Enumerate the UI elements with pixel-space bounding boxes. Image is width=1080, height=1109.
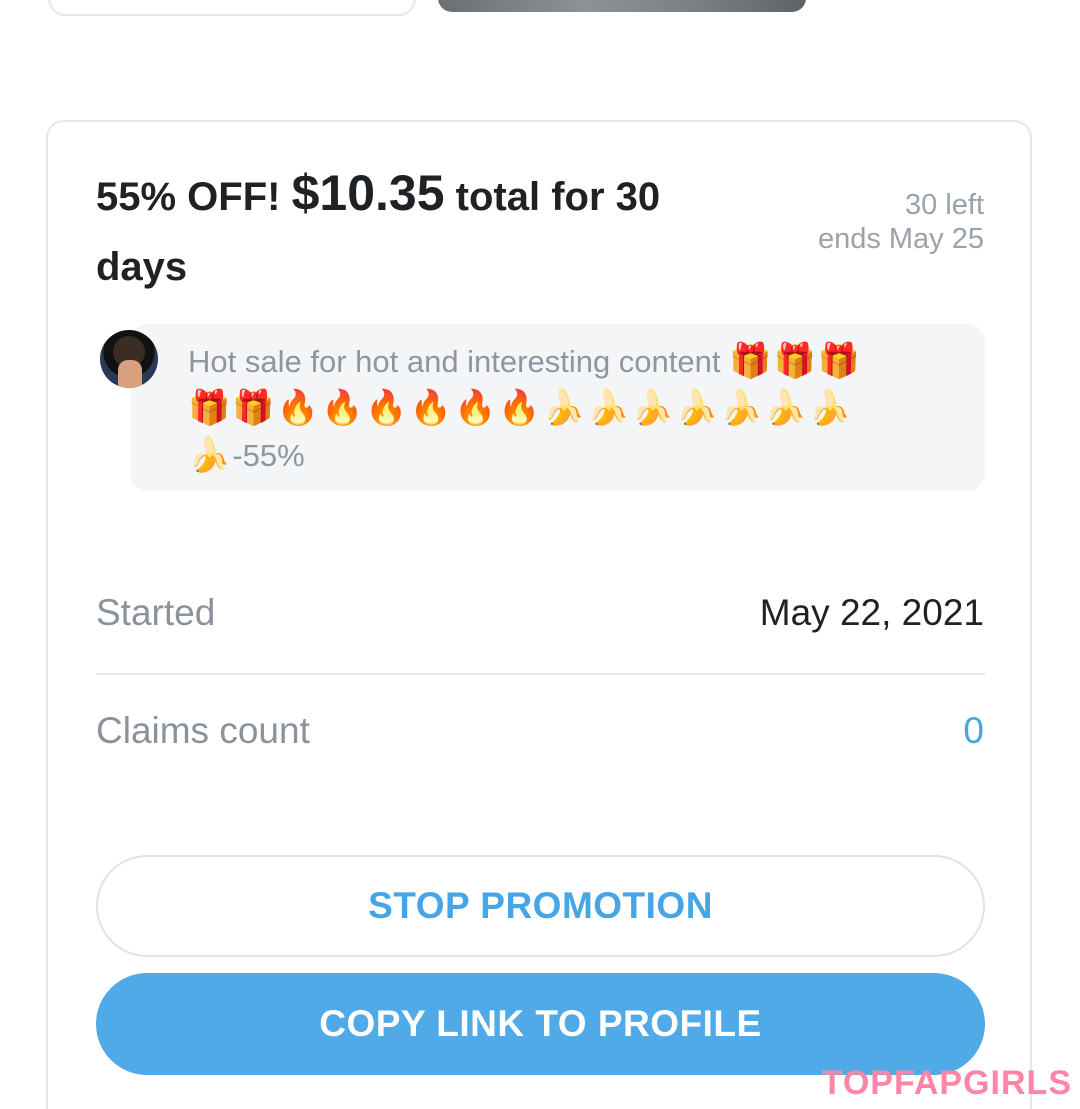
previous-thumbnail — [438, 0, 806, 12]
promotion-price: $10.35 — [291, 165, 445, 221]
previous-card — [48, 0, 416, 16]
stop-promotion-button[interactable]: STOP PROMOTION — [96, 855, 985, 957]
message-text: Hot sale for hot and interesting content — [188, 344, 721, 379]
message-emojis-3: 🍌 — [188, 436, 233, 474]
promotion-screen: 55% OFF! $10.35 total for 30 days 30 lef… — [0, 0, 1080, 1109]
promotion-headline: 55% OFF! $10.35 total for 30 days — [96, 158, 736, 302]
message-emojis-2: 🎁🎁🔥🔥🔥🔥🔥🔥🍌🍌🍌🍌🍌🍌🍌 — [188, 389, 854, 427]
promotion-meta: 30 left ends May 25 — [804, 188, 984, 256]
copy-link-button[interactable]: COPY LINK TO PROFILE — [96, 973, 985, 1075]
claims-value[interactable]: 0 — [963, 710, 984, 752]
watermark: TOPFAPGIRLS — [821, 1064, 1072, 1102]
started-value: May 22, 2021 — [759, 592, 984, 633]
promotion-message: Hot sale for hot and interesting content… — [130, 324, 985, 491]
remaining-count: 30 left — [905, 189, 984, 221]
end-date: ends May 25 — [817, 223, 984, 255]
message-emojis-1: 🎁🎁🎁 — [729, 342, 863, 380]
avatar[interactable] — [100, 330, 158, 388]
divider — [96, 673, 985, 675]
started-label: Started — [96, 592, 216, 633]
headline-prefix: 55% OFF! — [96, 175, 292, 219]
message-discount: -55% — [232, 438, 305, 473]
claims-label: Claims count — [96, 710, 310, 751]
